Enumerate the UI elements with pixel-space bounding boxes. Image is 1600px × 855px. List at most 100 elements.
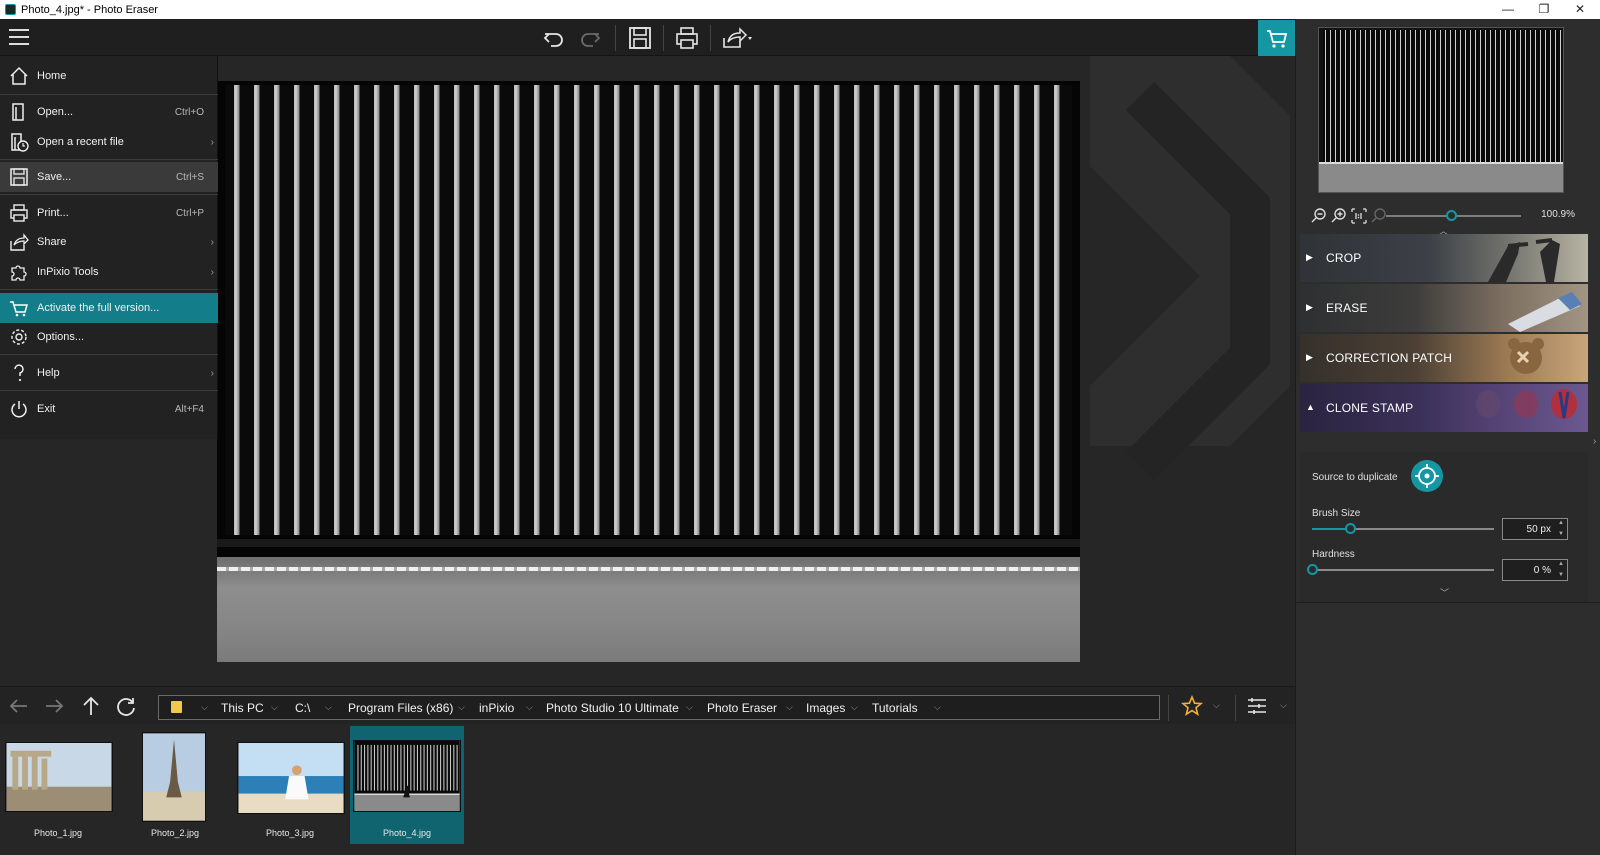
refresh-icon[interactable] <box>115 695 139 717</box>
undo-icon[interactable] <box>541 25 567 51</box>
chevron-down-icon[interactable]: ⌵ <box>271 702 278 713</box>
thumbnail-photo-1[interactable]: Photo_1.jpg <box>0 726 116 844</box>
menu-shortcut: Ctrl+S <box>175 171 204 183</box>
breadcrumb-item[interactable]: This PC <box>221 701 264 715</box>
thumbnail-fence-bar <box>449 744 452 791</box>
menu-item-open-recent[interactable]: Open a recent file › <box>0 127 218 157</box>
breadcrumb-item[interactable]: Photo Studio 10 Ultimate <box>546 701 679 715</box>
zoom-in-icon[interactable] <box>1330 207 1348 225</box>
chevron-down-icon[interactable]: ⌵ <box>851 702 858 713</box>
thumbnail-photo-3[interactable]: Photo_3.jpg <box>234 726 346 844</box>
chevron-down-icon[interactable]: ⌵ <box>934 702 941 713</box>
expand-arrow-icon: ▶ <box>1306 302 1313 312</box>
chevron-down-icon[interactable]: ⌵ <box>1280 700 1287 711</box>
menu-item-home[interactable]: Home <box>0 61 218 91</box>
navigator-preview[interactable] <box>1318 27 1564 193</box>
menu-item-help[interactable]: Help › <box>0 358 218 388</box>
thumbnail-fence-bar <box>360 744 362 791</box>
chevron-down-icon[interactable]: ⌵ <box>526 702 533 713</box>
menu-item-share[interactable]: Share › <box>0 227 218 257</box>
thumbnail-image <box>5 742 113 812</box>
breadcrumb-item[interactable]: Program Files (x86) <box>348 701 453 715</box>
tool-clone-stamp[interactable]: ▲ CLONE STAMP <box>1300 384 1588 432</box>
redo-icon[interactable] <box>577 25 603 51</box>
breadcrumb-item[interactable]: C:\ <box>295 701 310 715</box>
thumbnail-fence-bar <box>410 744 412 791</box>
view-options-icon[interactable] <box>1245 695 1269 717</box>
panel-separator <box>1296 602 1600 603</box>
thumbnail-photo-4[interactable]: Photo_4.jpg <box>350 726 464 844</box>
menu-shortcut: Ctrl+O <box>174 106 204 118</box>
thumbnail-photo-2[interactable]: Photo_2.jpg <box>130 726 220 844</box>
decrement-icon[interactable]: ▼ <box>1558 572 1564 578</box>
thumbnail-fence-bar <box>393 744 395 791</box>
thumbnail-fence-bar <box>364 744 366 791</box>
menu-item-save[interactable]: Save... Ctrl+S <box>0 162 218 192</box>
menu-item-activate[interactable]: Activate the full version... <box>0 293 218 323</box>
home-icon <box>10 66 28 85</box>
chevron-down-icon[interactable]: ⌵ <box>686 702 693 713</box>
brush-size-input[interactable]: 50 px ▲ ▼ <box>1502 518 1568 540</box>
actual-size-icon[interactable] <box>1350 207 1368 225</box>
breadcrumb-item[interactable]: inPixio <box>479 701 514 715</box>
source-select-button[interactable] <box>1411 460 1443 492</box>
menu-separator <box>0 354 218 355</box>
menu-item-inpixio-tools[interactable]: InPixio Tools › <box>0 257 218 287</box>
breadcrumb-item[interactable]: Tutorials <box>872 701 918 715</box>
menu-item-label: InPixio Tools <box>37 266 99 278</box>
menu-shortcut: Alt+F4 <box>174 403 204 415</box>
decrement-icon[interactable]: ▼ <box>1558 531 1564 537</box>
menu-item-open[interactable]: Open... Ctrl+O <box>0 97 218 127</box>
cart-button[interactable] <box>1258 20 1295 56</box>
right-panel: 100.9% ︿ ▶ CROP ▶ ERASE ▶ CORRECTION PAT… <box>1295 19 1600 855</box>
zoom-out-icon[interactable] <box>1310 207 1328 225</box>
edited-photo[interactable] <box>217 81 1080 662</box>
breadcrumb-item[interactable]: Images <box>806 701 845 715</box>
brush-size-slider-knob[interactable] <box>1345 523 1357 534</box>
menu-item-options[interactable]: Options... <box>0 322 218 352</box>
help-icon <box>14 364 24 382</box>
chevron-down-icon[interactable]: ⌵ <box>325 702 332 713</box>
print-icon[interactable] <box>674 25 700 51</box>
minimize-button[interactable]: — <box>1490 0 1526 19</box>
menu-separator <box>0 94 218 95</box>
menu-item-print[interactable]: Print... Ctrl+P <box>0 198 218 228</box>
expand-settings-icon[interactable]: ﹀ <box>1440 586 1449 599</box>
chevron-down-icon[interactable]: ⌵ <box>1213 700 1220 711</box>
up-arrow-icon[interactable] <box>79 695 103 717</box>
tool-crop[interactable]: ▶ CROP <box>1300 234 1588 282</box>
hardness-input[interactable]: 0 % ▲ ▼ <box>1502 559 1568 581</box>
forward-arrow-icon[interactable] <box>42 695 66 717</box>
increment-icon[interactable]: ▲ <box>1558 520 1564 526</box>
tool-erase[interactable]: ▶ ERASE <box>1300 284 1588 332</box>
increment-icon[interactable]: ▲ <box>1558 561 1564 567</box>
tool-correction-patch[interactable]: ▶ CORRECTION PATCH <box>1300 334 1588 382</box>
zoom-slider-knob[interactable] <box>1445 210 1457 221</box>
back-arrow-icon[interactable] <box>7 695 31 717</box>
thumbnail-fence-bar <box>397 744 399 791</box>
maximize-button[interactable]: ❐ <box>1526 0 1562 19</box>
menu-icon[interactable] <box>9 29 29 45</box>
panel-toggle-arrow-icon[interactable]: › <box>1593 436 1596 447</box>
thumbnail-fence-bar <box>456 744 458 791</box>
breadcrumb[interactable]: ⌵ This PC ⌵ C:\ ⌵ Program Files (x86) ⌵ … <box>158 695 1160 720</box>
thumbnail-fence-bar <box>433 744 435 791</box>
close-button[interactable]: ✕ <box>1562 0 1598 19</box>
favorite-star-icon[interactable] <box>1180 695 1204 717</box>
thumbnail-fence-bar <box>440 744 442 791</box>
hardness-slider[interactable] <box>1312 569 1494 571</box>
breadcrumb-item[interactable]: Photo Eraser <box>707 701 777 715</box>
menu-item-label: Activate the full version... <box>37 302 160 314</box>
save-icon[interactable] <box>627 25 653 51</box>
menu-item-exit[interactable]: Exit Alt+F4 <box>0 394 218 424</box>
print-icon <box>10 204 28 222</box>
thumbnail-image <box>142 732 206 822</box>
chevron-down-icon[interactable]: ⌵ <box>201 702 208 713</box>
target-icon <box>1415 464 1439 488</box>
share-icon[interactable] <box>720 25 754 51</box>
thumbnail-fence-bar <box>426 744 428 791</box>
share-icon <box>10 233 29 251</box>
hardness-slider-knob[interactable] <box>1307 564 1318 575</box>
chevron-down-icon[interactable]: ⌵ <box>458 702 465 713</box>
chevron-down-icon[interactable]: ⌵ <box>786 702 793 713</box>
